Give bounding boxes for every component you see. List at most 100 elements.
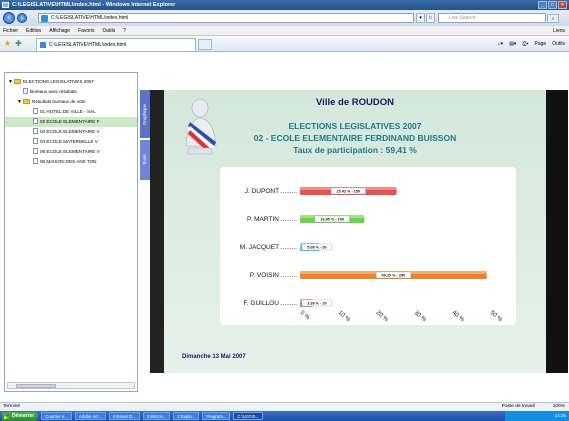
tree-item-bureau-04[interactable]: 04 ECOLE MATERNELLE V xyxy=(5,137,137,147)
task-legislative[interactable]: C:\LEGIS... xyxy=(233,412,264,420)
page-menu[interactable]: Page xyxy=(535,39,547,49)
zoom-level[interactable]: 100% xyxy=(553,403,565,411)
print-icon[interactable]: ⎙▾ xyxy=(522,39,528,49)
tree-horizontal-scrollbar[interactable] xyxy=(7,382,135,389)
task-adobe[interactable]: Adobe Acr... xyxy=(74,412,107,420)
tab-row: ★ ✚ C:\LEGISLATIVE\HTML\index.html ⌂▾ ▤▾… xyxy=(0,36,569,52)
results-chart-box: J. DUPONT ......... 25.42 % - 150 P. MARTI… xyxy=(220,167,516,325)
data-label: 49.15 % - 290 xyxy=(382,274,406,278)
window-title: C:\LEGISLATIVE\HTML\index.html - Windows… xyxy=(12,2,176,8)
status-bar: Terminé Poste de travail 100% xyxy=(0,402,569,411)
tree-item-label: 03 ECOLE ELEMENTAIRE V xyxy=(40,129,100,134)
election-title: ELECTIONS LEGISLATIVES 2007 xyxy=(288,121,422,131)
data-label: 5.08 % - 30 xyxy=(307,246,326,250)
refresh-button[interactable]: ↻ xyxy=(426,13,435,23)
menu-bar: Fichier Edition Affichage Favoris Outils… xyxy=(0,26,569,36)
menu-outils[interactable]: Outils xyxy=(102,26,115,35)
address-text: C:\LEGISLATIVE\HTML\index.html xyxy=(51,15,129,21)
candidate-label: P. VOISIN ......... xyxy=(250,272,297,279)
data-label: 3.39 % - 20 xyxy=(307,302,326,306)
results-bar-chart: J. DUPONT ......... 25.42 % - 150 P. MARTI… xyxy=(240,187,504,324)
maximize-button[interactable]: □ xyxy=(548,1,557,9)
back-button[interactable]: ‹ xyxy=(3,12,15,24)
tree-resultats-label: Résultats bureaux de vote xyxy=(32,99,86,104)
task-program[interactable]: Program... xyxy=(202,412,231,420)
candidate-label: P. MARTIN ......... xyxy=(247,216,297,223)
page-icon xyxy=(33,138,38,144)
ie-icon xyxy=(2,2,9,8)
address-bar[interactable]: C:\LEGISLATIVE\HTML\index.html xyxy=(38,13,414,23)
links-label[interactable]: Liens xyxy=(553,26,565,36)
favorites-star-icon[interactable]: ★ xyxy=(3,39,12,48)
candidate-label: M. JACQUET ......... xyxy=(240,244,297,251)
slide-body: Ville de ROUDON ELECTIONS LEGISLATIVES 2… xyxy=(164,90,546,373)
taskbar: Démarrer Courrier e... Adobe Acr... Intr… xyxy=(0,411,569,421)
tree-pane: ▼ ELECTIONS LEGISLATIVES 2007 Bureaux ave… xyxy=(4,72,138,392)
browser-window: C:\LEGISLATIVE\HTML\index.html - Windows… xyxy=(0,0,569,421)
tab-current[interactable]: C:\LEGISLATIVE\HTML\index.html xyxy=(36,38,196,51)
candidate-label: J. DUPONT ......... xyxy=(245,188,297,195)
page-icon xyxy=(33,148,38,154)
tree-item-bureau-01[interactable]: 01 HOTEL DE VILLE - SAL xyxy=(5,107,137,117)
page-icon xyxy=(41,15,48,22)
data-label: 16.95 % - 100 xyxy=(320,218,344,222)
x-tick-label: 10 % xyxy=(337,310,352,324)
menu-fichier[interactable]: Fichier xyxy=(3,26,18,35)
new-tab-button[interactable] xyxy=(198,39,212,50)
participation-rate: Taux de participation : 59,41 % xyxy=(293,145,417,155)
tree-item-bureau-05[interactable]: 05 ECOLE ELEMENTAIRE V xyxy=(5,147,137,157)
candidate-label: F. GUILLOU ......... xyxy=(244,300,298,307)
start-button[interactable]: Démarrer xyxy=(2,411,39,421)
tree-item-resultats[interactable]: ▼ Résultats bureaux de vote xyxy=(5,97,137,107)
tree-item-label: 01 HOTEL DE VILLE - SAL xyxy=(40,109,96,114)
address-dropdown-button[interactable]: ▾ xyxy=(416,13,425,23)
tab-texte[interactable]: Texte xyxy=(140,140,150,180)
tools-menu[interactable]: Outils xyxy=(552,39,565,49)
minimize-button[interactable]: _ xyxy=(538,1,547,9)
tab-graphique[interactable]: Graphique xyxy=(140,90,150,138)
bureau-title: 02 - ECOLE ELEMENTAIRE FERDINAND BUISSON xyxy=(253,133,457,143)
address-row: ‹ › C:\LEGISLATIVE\HTML\index.html ▾ ↻ ×… xyxy=(0,10,569,26)
forward-button[interactable]: › xyxy=(17,13,27,23)
election-date: Dimanche 13 Mai 2007 xyxy=(182,354,246,360)
slide-left-border xyxy=(150,90,164,373)
task-courrier[interactable]: Courrier e... xyxy=(41,412,72,420)
home-icon[interactable]: ⌂▾ xyxy=(498,39,504,49)
page-icon xyxy=(33,108,38,114)
page-icon xyxy=(33,158,38,164)
page-icon xyxy=(23,88,28,94)
add-favorite-icon[interactable]: ✚ xyxy=(14,39,23,48)
x-tick-label: 40 % xyxy=(451,310,466,324)
tree-item-label: 02 ECOLE ELEMENTAIRE F xyxy=(40,119,100,124)
search-placeholder: Live Search xyxy=(449,15,476,21)
task-explorer[interactable]: 2 Explo... xyxy=(173,412,200,420)
menu-favoris[interactable]: Favoris xyxy=(78,26,94,35)
menu-affichage[interactable]: Affichage xyxy=(49,26,70,35)
tree-bureaux-label: Bureaux avec résultats xyxy=(30,89,77,94)
x-tick-label: 30 % xyxy=(413,310,428,324)
tree-root-label: ELECTIONS LEGISLATIVES 2007 xyxy=(23,79,94,84)
search-input[interactable]: Live Search ⌕ xyxy=(438,13,559,23)
title-bar: C:\LEGISLATIVE\HTML\index.html - Windows… xyxy=(0,0,569,10)
task-intranet[interactable]: Intranet D... xyxy=(109,412,140,420)
tree-item-bureau-06[interactable]: 06 MAISON DES ANS TON xyxy=(5,157,137,167)
tree-item-bureau-03[interactable]: 03 ECOLE ELEMENTAIRE V xyxy=(5,127,137,137)
tree-item-bureaux[interactable]: Bureaux avec résultats xyxy=(5,87,137,97)
data-label: 25.42 % - 150 xyxy=(336,190,360,194)
zone-label: Poste de travail xyxy=(501,404,535,409)
tree-item-label: 05 ECOLE ELEMENTAIRE V xyxy=(40,149,100,154)
results-slide: Ville de ROUDON ELECTIONS LEGISLATIVES 2… xyxy=(150,90,568,373)
task-microsoft[interactable]: 2 Micros... xyxy=(142,412,171,420)
city-title: Ville de ROUDON xyxy=(316,97,394,108)
slide-right-border xyxy=(546,90,568,373)
scrollbar-thumb[interactable] xyxy=(16,384,56,388)
tree-item-bureau-02[interactable]: 02 ECOLE ELEMENTAIRE F xyxy=(5,117,137,127)
menu-help[interactable]: ? xyxy=(123,26,126,35)
close-button[interactable]: × xyxy=(558,1,567,9)
page-icon xyxy=(33,118,38,124)
tree-root[interactable]: ▼ ELECTIONS LEGISLATIVES 2007 xyxy=(5,77,137,87)
feeds-icon[interactable]: ▤▾ xyxy=(509,39,516,49)
menu-edition[interactable]: Edition xyxy=(26,26,41,35)
search-icon[interactable]: ⌕ xyxy=(547,14,559,23)
clock: 14:26 xyxy=(554,413,566,418)
